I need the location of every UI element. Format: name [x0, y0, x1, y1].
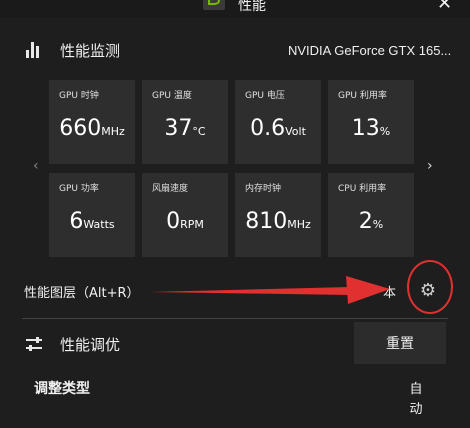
- divider: [22, 318, 448, 319]
- tile-value: 6Watts: [69, 209, 115, 234]
- tile-value: 0.6Volt: [250, 116, 306, 141]
- tile-gpu-temp: GPU 温度 37°C: [142, 80, 228, 164]
- tile-gpu-voltage: GPU 电压 0.6Volt: [235, 80, 321, 164]
- tile-value: 2%: [358, 209, 384, 234]
- tile-label: 内存时钟: [245, 184, 282, 194]
- reset-button[interactable]: 重置: [354, 322, 446, 364]
- tile-label: GPU 温度: [152, 91, 192, 101]
- chevron-left-icon[interactable]: ‹: [33, 158, 39, 174]
- sliders-icon: [26, 336, 42, 352]
- tile-gpu-power: GPU 功率 6Watts: [49, 173, 135, 257]
- tile-fan-speed: 风扇速度 0RPM: [142, 173, 228, 257]
- overlay-state-text: 本: [383, 286, 397, 301]
- tile-label: GPU 利用率: [338, 91, 387, 101]
- red-arrow-annotation: [150, 276, 390, 304]
- tile-value: 13%: [351, 116, 391, 141]
- tuning-title: 性能调优: [60, 336, 121, 354]
- nvidia-logo-icon: [203, 0, 225, 10]
- gpu-selector[interactable]: NVIDIA GeForce GTX 165...: [288, 43, 451, 58]
- tile-value: 660MHz: [59, 116, 125, 141]
- tile-gpu-clock: GPU 时钟 660MHz: [49, 80, 135, 164]
- tile-label: 风扇速度: [152, 184, 189, 194]
- tile-value: 0RPM: [166, 209, 204, 234]
- gear-icon[interactable]: ⚙: [416, 278, 440, 302]
- window-title: 性能: [238, 0, 266, 14]
- tile-label: GPU 时钟: [59, 91, 99, 101]
- tile-cpu-utilization: CPU 利用率 2%: [328, 173, 414, 257]
- chevron-right-icon[interactable]: ›: [427, 158, 433, 174]
- tile-gpu-utilization: GPU 利用率 13%: [328, 80, 414, 164]
- tile-label: GPU 功率: [59, 184, 99, 194]
- monitor-title: 性能监测: [60, 42, 121, 60]
- bar-chart-icon: [26, 42, 42, 58]
- overlay-label: 性能图层（Alt+R）: [24, 286, 140, 301]
- tile-memory-clock: 内存时钟 810MHz: [235, 173, 321, 257]
- tile-label: GPU 电压: [245, 91, 285, 101]
- tile-value: 810MHz: [245, 209, 311, 234]
- close-icon[interactable]: ✕: [437, 0, 452, 14]
- adjust-type-value[interactable]: 自动: [406, 380, 426, 420]
- tile-value: 37°C: [164, 116, 206, 141]
- tile-label: CPU 利用率: [338, 184, 387, 194]
- adjust-type-label: 调整类型: [34, 381, 90, 397]
- title-bar: 性能 ✕: [0, 0, 470, 18]
